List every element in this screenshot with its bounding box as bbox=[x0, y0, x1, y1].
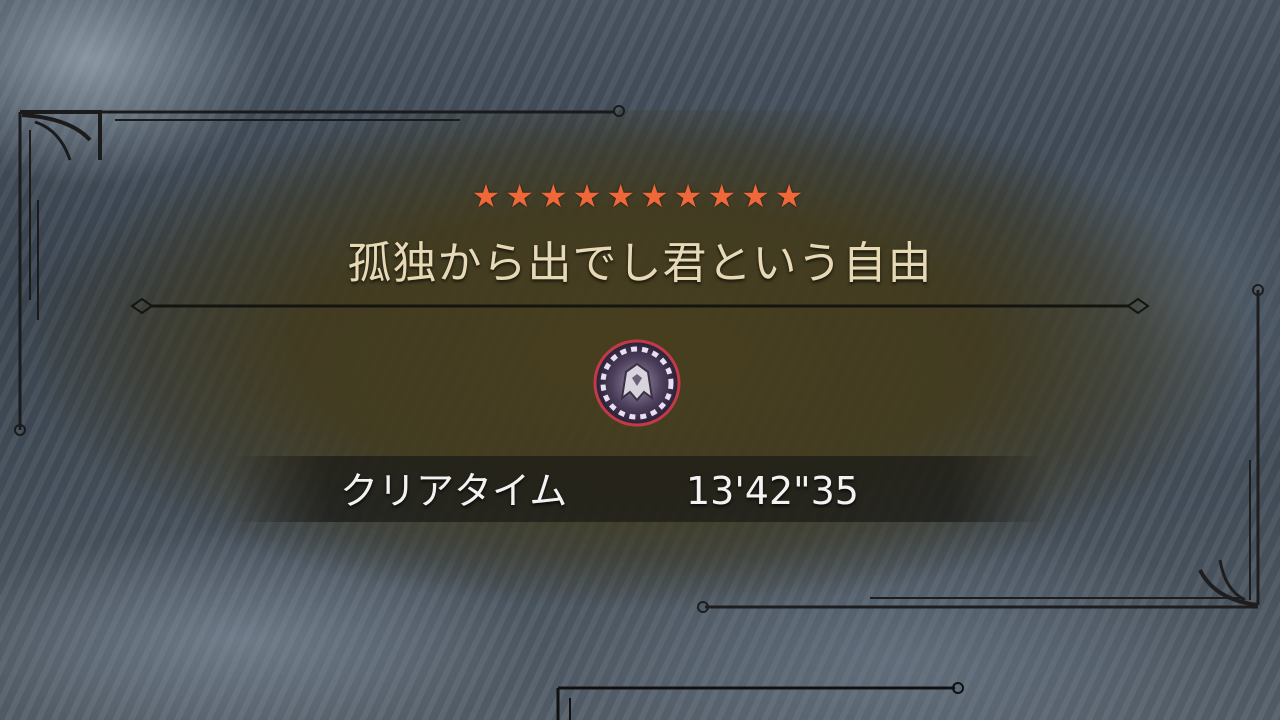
star-icon: ★ bbox=[606, 177, 640, 215]
star-icon: ★ bbox=[505, 177, 539, 215]
clear-time-label: クリアタイム bbox=[340, 469, 568, 513]
star-icon: ★ bbox=[707, 177, 742, 215]
star-icon: ★ bbox=[741, 177, 775, 215]
star-icon: ★ bbox=[572, 177, 607, 215]
quest-title: 孤独から出でし君という自由 bbox=[347, 238, 933, 289]
star-icon: ★ bbox=[538, 177, 573, 215]
star-icon: ★ bbox=[640, 177, 674, 215]
star-icon: ★ bbox=[673, 177, 708, 215]
star-icon: ★ bbox=[471, 177, 506, 215]
monster-emblem-icon bbox=[588, 336, 686, 430]
clear-time-value: 13'42"35 bbox=[686, 469, 859, 513]
star-icon: ★ bbox=[774, 177, 809, 215]
difficulty-stars: ★★★★★★★★★★ bbox=[0, 176, 1280, 216]
